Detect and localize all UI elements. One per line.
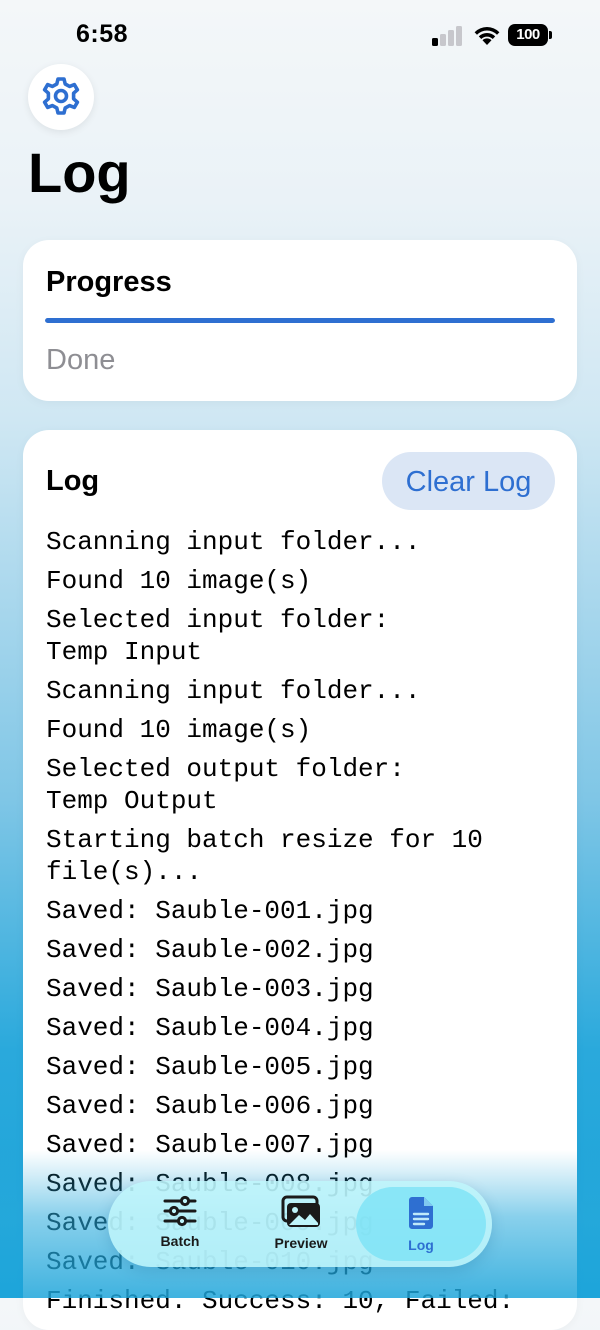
photos-icon	[281, 1195, 320, 1227]
log-line: Found 10 image(s)	[46, 566, 312, 596]
progress-card: Progress Done	[23, 240, 577, 401]
sliders-icon	[163, 1195, 197, 1227]
log-line: Saved: Sauble-002.jpg	[46, 935, 374, 965]
tab-batch[interactable]: Batch	[130, 1187, 230, 1261]
progress-bar	[45, 318, 555, 323]
log-line: Starting batch resize for 10 file(s)...	[46, 825, 483, 887]
settings-button[interactable]	[28, 64, 94, 130]
battery-level: 100	[508, 24, 548, 46]
log-line: Saved: Sauble-007.jpg	[46, 1130, 374, 1160]
document-icon	[409, 1197, 433, 1229]
page-title: Log	[28, 141, 131, 204]
log-line: Selected input folder: Temp Input	[46, 605, 390, 667]
log-line: Saved: Sauble-005.jpg	[46, 1052, 374, 1082]
clear-log-button[interactable]: Clear Log	[382, 452, 555, 510]
log-line: Found 10 image(s)	[46, 715, 312, 745]
wifi-icon	[474, 27, 500, 45]
log-title: Log	[46, 465, 100, 497]
log-line: Saved: Sauble-003.jpg	[46, 974, 374, 1004]
tab-preview-label: Preview	[274, 1235, 328, 1251]
tab-log[interactable]: Log	[356, 1187, 486, 1261]
gear-icon	[42, 77, 80, 115]
cellular-signal-icon	[432, 26, 464, 46]
battery-icon: 100	[508, 24, 552, 46]
status-time: 6:58	[76, 20, 129, 48]
log-line: Saved: Sauble-001.jpg	[46, 896, 374, 926]
log-line: Selected output folder: Temp Output	[46, 754, 405, 816]
progress-title: Progress	[46, 266, 172, 298]
progress-status: Done	[46, 344, 116, 376]
tab-bar: Batch Preview Log	[108, 1181, 492, 1267]
log-line: Finished. Success: 10, Failed:	[46, 1286, 515, 1316]
log-line: Scanning input folder...	[46, 676, 421, 706]
tab-log-label: Log	[408, 1237, 434, 1253]
log-line: Saved: Sauble-006.jpg	[46, 1091, 374, 1121]
tab-batch-label: Batch	[160, 1233, 200, 1249]
tab-preview[interactable]: Preview	[246, 1187, 356, 1261]
log-line: Saved: Sauble-004.jpg	[46, 1013, 374, 1043]
status-bar: 6:58 100	[0, 0, 600, 70]
log-line: Scanning input folder...	[46, 527, 421, 557]
progress-bar-fill	[45, 318, 555, 323]
